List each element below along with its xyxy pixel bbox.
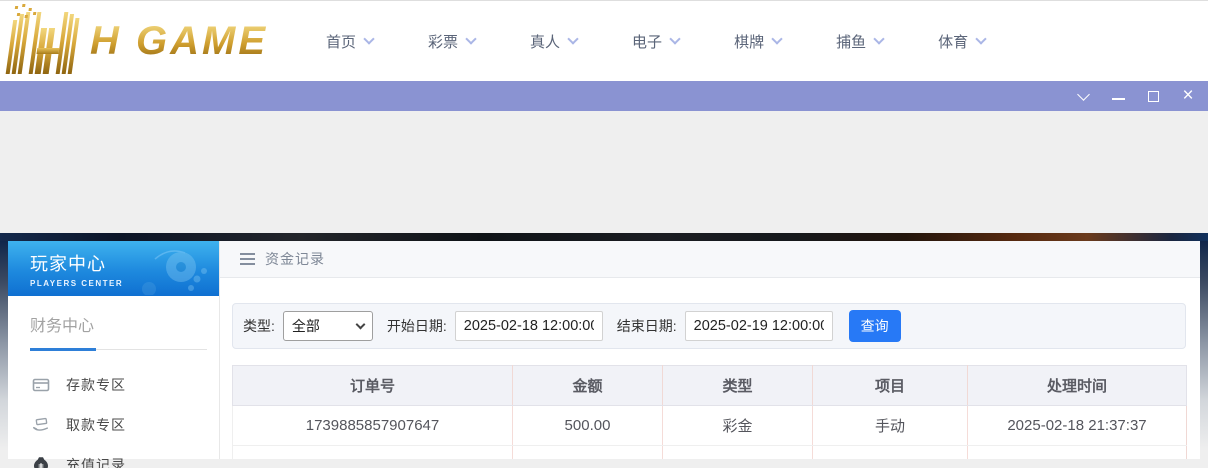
window-minimize-icon[interactable]: [1110, 88, 1126, 104]
bank-card-icon: [32, 376, 50, 394]
site-logo[interactable]: H GAME: [5, 4, 278, 74]
table-header-row: 订单号 金额 类型 项目 处理时间: [232, 365, 1187, 406]
nav-item-label: 彩票: [428, 33, 459, 51]
table-cell: 1739885857907647: [232, 405, 513, 446]
chevron-down-icon: [355, 319, 366, 330]
chevron-down-icon: [873, 32, 885, 45]
sidebar-item-label: 取款专区: [66, 417, 126, 433]
sidebar-menu: 存款专区取款专区充值记录: [8, 365, 219, 468]
column-header: 处理时间: [967, 365, 1187, 406]
chevron-down-icon: [669, 32, 681, 45]
main-content: 资金记录 类型: 全部 开始日期: 结束日期: 查询 订单: [220, 241, 1200, 459]
withdraw-hand-icon: [32, 416, 50, 434]
sidebar-item-0[interactable]: 存款专区: [8, 365, 219, 405]
table-cell: [812, 445, 968, 459]
nav-item-label: 棋牌: [734, 33, 765, 51]
nav-item-2[interactable]: 真人: [530, 31, 579, 52]
content-body: 类型: 全部 开始日期: 结束日期: 查询 订单号金额类型项目处理时间 1739…: [220, 278, 1200, 459]
page-title: 资金记录: [265, 251, 325, 267]
nav-item-label: 捕鱼: [836, 33, 867, 51]
money-bag-icon: [32, 456, 50, 468]
sidebar-header: 玩家中心 PLAYERS CENTER: [8, 241, 219, 296]
window-dropdown-icon[interactable]: [1075, 87, 1091, 104]
column-header: 金额: [512, 365, 663, 406]
nav-item-1[interactable]: 彩票: [428, 31, 477, 52]
menu-icon[interactable]: [240, 253, 255, 265]
window-controls: ×: [1075, 86, 1196, 105]
nav-item-3[interactable]: 电子: [632, 31, 681, 52]
table-cell: [967, 445, 1187, 459]
column-header: 订单号: [232, 365, 513, 406]
table-row: 1739885857907647 500.00 彩金 手动 2025-02-18 21:…: [232, 405, 1187, 446]
nav-item-label: 电子: [632, 33, 663, 51]
type-select-value: 全部: [291, 318, 320, 334]
sidebar-item-2[interactable]: 充值记录: [8, 445, 219, 468]
chevron-down-icon: [567, 32, 579, 45]
chevron-down-icon: [771, 32, 783, 45]
table-cell: [232, 445, 513, 459]
end-date-input[interactable]: [684, 311, 833, 341]
logo-dots-decoration: [10, 4, 43, 26]
funds-table: 订单号 金额 类型 项目 处理时间 1739885857907647 500.00 彩金 手动…: [232, 365, 1187, 459]
column-header: 类型: [662, 365, 813, 406]
nav-item-label: 体育: [938, 33, 969, 51]
window-maximize-icon[interactable]: [1145, 88, 1161, 104]
nav-item-label: 首页: [326, 33, 357, 51]
table-cell: [662, 445, 813, 459]
filter-bar: 类型: 全部 开始日期: 结束日期: 查询: [232, 303, 1186, 349]
nav-item-5[interactable]: 捕鱼: [836, 31, 885, 52]
chevron-down-icon: [465, 32, 477, 45]
logo-text: H GAME: [90, 18, 268, 63]
window-titlebar: ×: [0, 81, 1208, 111]
type-select[interactable]: 全部: [282, 311, 373, 341]
chevron-down-icon: [363, 32, 375, 45]
empty-content-area: [0, 111, 1208, 233]
player-center-panel: 玩家中心 PLAYERS CENTER 财务中心 存款专区 取款专区 充值记录 …: [0, 241, 1208, 468]
panel-right-edge: [1200, 241, 1208, 468]
end-date-label: 结束日期:: [616, 318, 677, 334]
table-cell: 彩金: [662, 405, 813, 446]
sidebar-section-title: 财务中心: [30, 318, 95, 335]
nav-item-0[interactable]: 首页: [326, 31, 375, 52]
logo-h-icon: [5, 4, 81, 74]
site-header: H GAME 首页 彩票 真人 电子 棋牌 捕鱼 体育: [0, 1, 1208, 81]
table-row-empty: [232, 445, 1187, 459]
nav-item-6[interactable]: 体育: [938, 31, 987, 52]
table-cell: 手动: [812, 405, 968, 446]
main-nav: 首页 彩票 真人 电子 棋牌 捕鱼 体育: [326, 31, 987, 52]
sidebar-item-1[interactable]: 取款专区: [8, 405, 219, 445]
content-header: 资金记录: [220, 241, 1200, 278]
table-cell: 500.00: [512, 405, 663, 446]
chevron-down-icon: [975, 32, 987, 45]
search-button[interactable]: 查询: [848, 310, 901, 342]
panel-left-edge: [0, 241, 8, 468]
table-cell: 2025-02-18 21:37:37: [967, 405, 1187, 446]
sidebar-item-label: 充值记录: [66, 457, 126, 468]
sidebar-divider: [8, 348, 219, 351]
type-label: 类型:: [243, 318, 275, 334]
decorative-strip: [0, 233, 1208, 241]
gamepad-icon: [142, 250, 207, 295]
nav-item-4[interactable]: 棋牌: [734, 31, 783, 52]
window-close-icon[interactable]: ×: [1180, 86, 1196, 105]
column-header: 项目: [812, 365, 968, 406]
sidebar-item-label: 存款专区: [66, 377, 126, 393]
table-cell: [512, 445, 663, 459]
nav-item-label: 真人: [530, 33, 561, 51]
sidebar: 玩家中心 PLAYERS CENTER 财务中心 存款专区 取款专区 充值记录: [8, 241, 220, 468]
app-window: H GAME 首页 彩票 真人 电子 棋牌 捕鱼 体育 × 玩家中心 PLAYERS CEN…: [0, 0, 1208, 468]
start-date-input[interactable]: [454, 311, 603, 341]
start-date-label: 开始日期:: [386, 318, 447, 334]
